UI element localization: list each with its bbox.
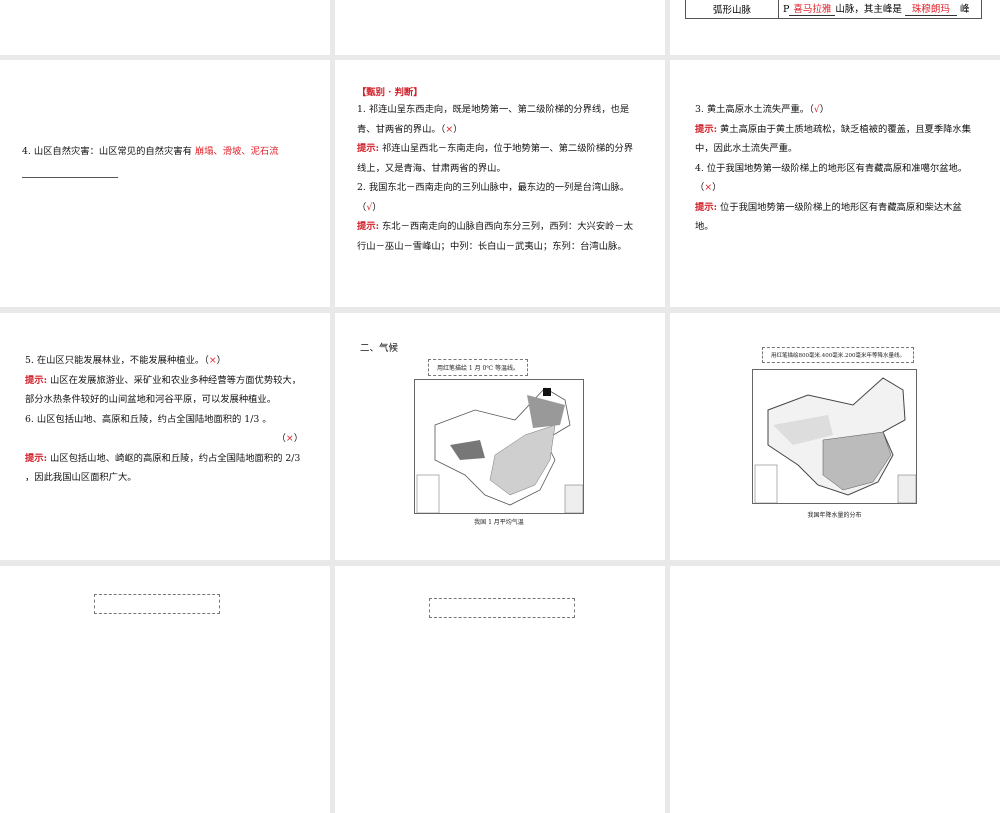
answer: 崩塌、滑坡、泥石流: [194, 146, 279, 157]
callout-note: 用红笔描绘800毫米.400毫米.200毫米年等降水量线。: [762, 347, 914, 363]
callout-note: 用红笔描绘 1 月 0℃ 等温线。: [428, 359, 528, 376]
slide5-text: 【甄别 · 判断】 1. 祁连山呈东西走向，既是地势第一、第二级阶梯的分界线，也…: [357, 86, 637, 256]
answer-line: [22, 177, 118, 178]
slide-thumbnail-6[interactable]: 3. 黄土高原水土流失严重。（√） 提示: 黄土高原由于黄土质地疏松，缺乏植被的…: [670, 60, 1000, 307]
slide-thumbnail-3[interactable]: 弧形山脉 P 喜马拉雅 山脉，其主峰是 珠穆朗玛 峰: [670, 0, 1000, 55]
slide-thumbnail-11[interactable]: [335, 566, 665, 813]
china-map-icon: [754, 377, 917, 504]
question-1: 1. 祁连山呈东西走向，既是地势第一、第二级阶梯的分界线，也是青、甘两省的界山。…: [357, 104, 630, 135]
slide-heading: 二、气候: [360, 343, 399, 354]
hint-6: 提示: 山区包括山地、崎岖的高原和丘陵，约占全国陆地面积的 2/3 ，因此我国山…: [25, 452, 301, 484]
slide-thumbnail-5[interactable]: 【甄别 · 判断】 1. 祁连山呈东西走向，既是地势第一、第二级阶梯的分界线，也…: [335, 60, 665, 307]
mountain-table: 弧形山脉 P 喜马拉雅 山脉，其主峰是 珠穆朗玛 峰: [685, 0, 982, 19]
question-6: 6. 山区包括山地、高原和丘陵，约占全国陆地面积的 1/3 。（×）: [25, 413, 303, 445]
map-caption: 我国 1 月平均气温: [474, 519, 524, 526]
slide-thumbnail-10[interactable]: [0, 566, 330, 813]
slide6-text: 3. 黄土高原水土流失严重。（√） 提示: 黄土高原由于黄土质地疏松，缺乏植被的…: [695, 100, 975, 237]
suffix: 峰: [959, 4, 970, 15]
slide4-text: 4. 山区自然灾害：山区常见的自然灾害有 崩塌、滑坡、泥石流: [22, 142, 322, 162]
slide-thumbnail-8[interactable]: 二、气候 用红笔描绘 1 月 0℃ 等温线。 我国 1 月平均气温: [335, 313, 665, 560]
slide-thumbnail-1[interactable]: [0, 0, 330, 55]
hint-2: 提示: 东北－西南走向的山脉自西向东分三列，西列：大兴安岭－太行山－巫山－雪峰山…: [357, 221, 634, 252]
slide-thumbnail-4[interactable]: 4. 山区自然灾害：山区常见的自然灾害有 崩塌、滑坡、泥石流: [0, 60, 330, 307]
hint-1: 提示: 祁连山呈西北－东南走向，位于地势第一、第二级阶梯的分界线上，又是青海、甘…: [357, 143, 634, 174]
slide7-text: 5. 在山区只能发展林业，不能发展种植业。（×） 提示: 山区在发展旅游业、采矿…: [25, 351, 303, 488]
answer-blank-1: 喜马拉雅: [789, 1, 836, 16]
question-3: 3. 黄土高原水土流失严重。（√）: [695, 104, 829, 115]
precipitation-map: [752, 369, 917, 504]
section-heading: 【甄别 · 判断】: [357, 87, 423, 98]
slide-thumbnail-9[interactable]: 用红笔描绘800毫米.400毫米.200毫米年等降水量线。 我国年降水量的分布: [670, 313, 1000, 560]
january-temperature-map: [414, 379, 584, 514]
row-label: 弧形山脉: [685, 0, 779, 19]
question: 4. 山区自然灾害：山区常见的自然灾害有: [22, 146, 195, 157]
question-2: 2. 我国东北－西南走向的三列山脉中，最东边的一列是台湾山脉。（√）: [357, 182, 630, 213]
callout-note: [429, 598, 575, 618]
hint-3: 提示: 黄土高原由于黄土质地疏松，缺乏植被的覆盖，且夏季降水集中，因此水土流失严…: [695, 123, 972, 155]
slide-thumbnail-7[interactable]: 5. 在山区只能发展林业，不能发展种植业。（×） 提示: 山区在发展旅游业、采矿…: [0, 313, 330, 560]
map-caption: 我国年降水量的分布: [807, 512, 862, 519]
question-5: 5. 在山区只能发展林业，不能发展种植业。（×）: [25, 355, 226, 366]
mid-text: 山脉，其主峰是: [835, 4, 902, 15]
hint-5: 提示: 山区在发展旅游业、采矿业和农业多种经营等方面优势较大，部分水热条件较好的…: [25, 374, 302, 406]
slide-thumbnail-12[interactable]: [670, 566, 1000, 813]
hint-4: 提示: 位于我国地势第一级阶梯上的地形区有青藏高原和柴达木盆地。: [695, 201, 962, 233]
table-row: 弧形山脉 P 喜马拉雅 山脉，其主峰是 珠穆朗玛 峰: [685, 0, 982, 19]
question-4: 4. 位于我国地势第一级阶梯上的地形区有青藏高原和准噶尔盆地。（×）: [695, 162, 968, 194]
callout-note: [94, 594, 220, 614]
answer-blank-2: 珠穆朗玛: [904, 1, 957, 16]
slide-thumbnail-2[interactable]: [335, 0, 665, 55]
china-map-icon: [416, 387, 584, 514]
